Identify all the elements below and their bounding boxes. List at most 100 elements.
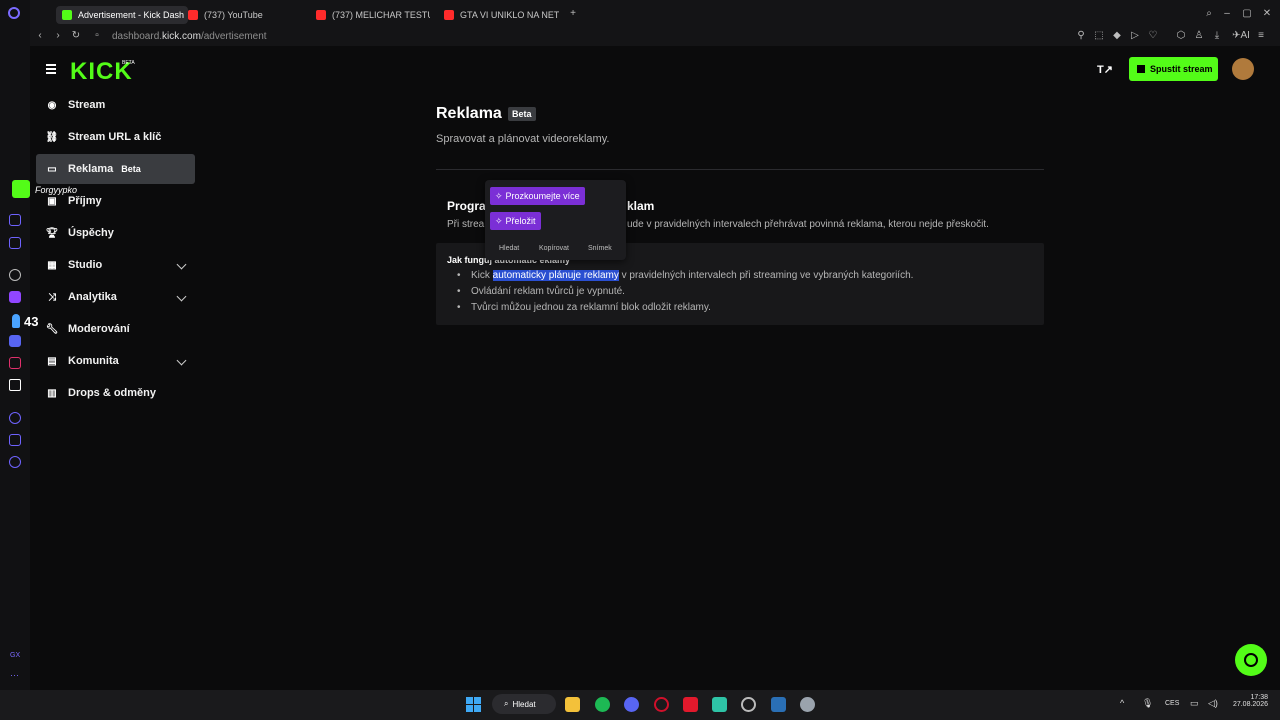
shield-icon[interactable]: ◆ xyxy=(1112,31,1122,41)
chevron-down-icon xyxy=(176,291,187,302)
page-subtitle: Spravovat a plánovat videoreklamy. xyxy=(436,133,610,145)
chevron-down-icon xyxy=(176,259,187,270)
gx-icon[interactable]: GX xyxy=(10,652,20,659)
sidebar-item-stream-url[interactable]: ⛓ Stream URL a klíč xyxy=(36,122,195,152)
profile-icon[interactable]: ♙ xyxy=(1194,31,1204,41)
beta-badge: Beta xyxy=(121,164,141,174)
sidebar-item-studio[interactable]: ▦ Studio xyxy=(36,250,195,280)
list-item: Kick automaticky plánuje reklamy v pravi… xyxy=(457,270,913,281)
snapshot-icon[interactable]: ⬚ xyxy=(1094,31,1104,41)
app-teal-icon[interactable] xyxy=(712,697,727,712)
copy-action[interactable]: Kopírovat xyxy=(539,245,569,252)
tab-melichar[interactable]: (737) MELICHAR TESTUJE xyxy=(316,6,430,24)
headset-icon xyxy=(1244,653,1258,667)
sidebar-item-label: Stream URL a klíč xyxy=(68,131,162,143)
hamburger-menu-icon[interactable] xyxy=(46,64,56,76)
url-domain: kick.com xyxy=(162,31,201,42)
kick-favicon xyxy=(62,10,72,20)
microphone-icon[interactable]: 🎙︎ xyxy=(1142,698,1153,709)
tab-gta[interactable]: GTA VI UNIKLO NA NET! - xyxy=(444,6,559,24)
discord-icon[interactable] xyxy=(9,335,21,347)
menu-icon[interactable]: ≡ xyxy=(1256,31,1266,41)
settings-icon[interactable] xyxy=(9,456,21,468)
sparkle-icon: ✧ xyxy=(495,190,503,201)
twitch-icon[interactable] xyxy=(9,291,21,303)
spotify-icon[interactable] xyxy=(595,697,610,712)
card-title: Progra xyxy=(447,199,486,213)
instagram-icon[interactable] xyxy=(9,357,21,369)
tab-youtube[interactable]: (737) YouTube xyxy=(188,6,298,24)
sidebar-item-analytika[interactable]: ⤨ Analytika xyxy=(36,282,195,312)
divider xyxy=(436,169,1044,170)
volume-icon[interactable]: ◁) xyxy=(1208,698,1218,709)
extensions-side-icon[interactable] xyxy=(9,434,21,446)
url-field[interactable]: dashboard.kick.com/advertisement xyxy=(112,31,267,42)
sidebar-item-komunita[interactable]: ▤ Komunita xyxy=(36,346,195,376)
translate-button[interactable]: ✧ Přeložit xyxy=(490,212,541,230)
flame-icon xyxy=(12,314,20,328)
ai-icon[interactable]: ✈AI xyxy=(1232,31,1250,41)
play-icon[interactable]: ▷ xyxy=(1130,31,1140,41)
snapshot-action[interactable]: Snímek xyxy=(588,245,612,252)
sidebar-item-label: Analytika xyxy=(68,291,117,303)
address-bar: ‹ › ↻ ▫ dashboard.kick.com/advertisement… xyxy=(0,28,1280,46)
selection-popup: ✧ Prozkoumejte více ✧ Přeložit Hledat Ko… xyxy=(485,180,626,260)
search-action[interactable]: Hledat xyxy=(499,245,519,252)
help-button[interactable] xyxy=(1235,644,1267,676)
browser-tab-strip: Advertisement - Kick Dash (737) YouTube … xyxy=(0,0,1280,28)
aria-icon[interactable] xyxy=(9,214,21,226)
opera-gx-icon[interactable] xyxy=(654,697,669,712)
analytics-icon: ⤨ xyxy=(48,291,56,303)
avatar[interactable] xyxy=(1232,58,1254,80)
crypto-icon[interactable] xyxy=(9,237,21,249)
chatgpt-icon[interactable] xyxy=(9,269,21,281)
search-tabs-icon[interactable]: ⌕ xyxy=(1204,9,1214,19)
network-icon[interactable]: ▭ xyxy=(1190,698,1199,709)
sidebar-item-reklama[interactable]: ▭ Reklama Beta xyxy=(36,154,195,184)
play-circle-icon: ◉ xyxy=(47,99,57,111)
history-icon[interactable] xyxy=(9,412,21,424)
chevron-up-icon[interactable]: ^ xyxy=(1120,698,1124,708)
start-stream-button[interactable]: Spustit stream xyxy=(1129,57,1218,81)
maximize-icon[interactable]: ▢ xyxy=(1242,9,1252,19)
sidebar-item-prijmy[interactable]: ▣ Příjmy xyxy=(36,186,195,216)
taskbar-clock[interactable]: 17:38 27.08.2026 xyxy=(1228,694,1268,708)
sidebar-item-drops[interactable]: ▥ Drops & odměny xyxy=(36,378,195,408)
heart-icon[interactable]: ♡ xyxy=(1148,31,1158,41)
language-indicator[interactable]: CES xyxy=(1165,700,1179,707)
studio-icon: ▦ xyxy=(47,259,57,271)
translate-icon[interactable]: T↗ xyxy=(1097,63,1113,76)
new-tab-icon[interactable]: + xyxy=(568,9,578,19)
tab-kick-dashboard[interactable]: Advertisement - Kick Dash xyxy=(56,6,188,24)
sidebar-item-stream[interactable]: ◉ Stream xyxy=(36,90,195,120)
extensions-icon[interactable]: ⬡ xyxy=(1176,31,1186,41)
taskbar-search[interactable]: ⌕ Hledat xyxy=(492,694,556,714)
sidebar-item-moderovani[interactable]: 🔧︎ Moderování xyxy=(36,314,195,344)
list-item: Ovládání reklam tvůrců je vypnuté. xyxy=(457,286,625,297)
reload-icon[interactable]: ↻ xyxy=(71,31,81,41)
download-icon[interactable]: ⤓ xyxy=(1212,31,1222,41)
forward-icon[interactable]: › xyxy=(53,31,63,41)
discord-taskbar-icon[interactable] xyxy=(624,697,639,712)
sidebar-item-uspechy[interactable]: 🏆︎ Úspěchy xyxy=(36,218,195,248)
explore-more-button[interactable]: ✧ Prozkoumejte více xyxy=(490,187,585,205)
opera-logo-icon[interactable] xyxy=(8,7,20,19)
minimize-icon[interactable]: – xyxy=(1222,9,1232,19)
explore-label: Prozkoumejte více xyxy=(505,191,580,201)
link-icon: ⛓ xyxy=(45,131,59,143)
windows-start-icon[interactable] xyxy=(466,697,481,712)
file-explorer-icon[interactable] xyxy=(565,697,580,712)
app-red-icon[interactable] xyxy=(683,697,698,712)
selected-text[interactable]: automaticky plánuje reklamy xyxy=(492,270,619,281)
close-icon[interactable]: ✕ xyxy=(1262,9,1272,19)
pin-icon[interactable]: ⚲ xyxy=(1076,31,1086,41)
settings-taskbar-icon[interactable] xyxy=(800,697,815,712)
start-stream-label: Spustit stream xyxy=(1150,64,1213,74)
sidebar-item-label: Stream xyxy=(68,99,106,111)
tiktok-icon[interactable] xyxy=(9,379,21,391)
more-icon[interactable]: ··· xyxy=(10,670,19,680)
money-icon: ▣ xyxy=(47,195,57,207)
steam-icon[interactable] xyxy=(771,697,786,712)
back-icon[interactable]: ‹ xyxy=(35,31,45,41)
app-circle-icon[interactable] xyxy=(741,697,756,712)
